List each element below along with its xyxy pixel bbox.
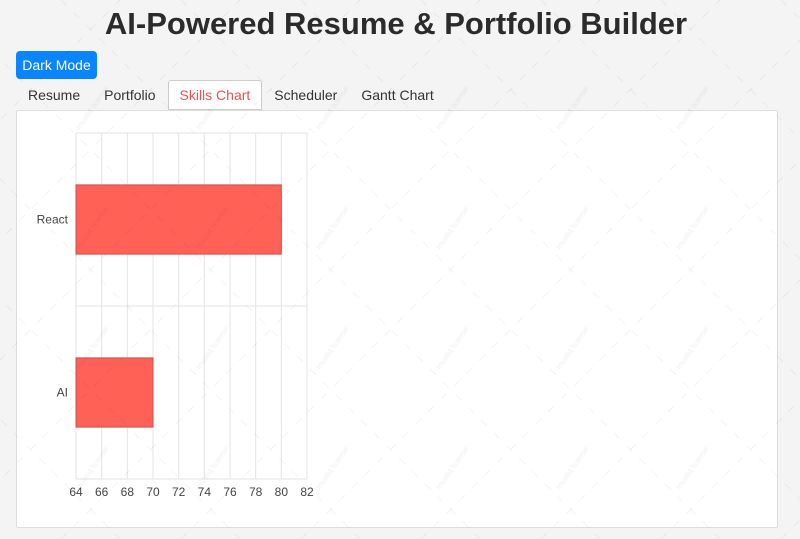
bar-ai <box>75 357 154 428</box>
page-title: AI-Powered Resume & Portfolio Builder <box>104 6 688 41</box>
watermark-line <box>780 519 800 539</box>
skills-bar-chart: React AI 64 66 68 70 72 74 76 78 80 82 <box>37 132 314 499</box>
tab-scheduler[interactable]: Scheduler <box>262 80 349 110</box>
x-tick-label-8: 80 <box>275 485 289 499</box>
x-tick-label-4: 72 <box>172 485 186 499</box>
dark-mode-button[interactable]: Dark Mode <box>16 51 97 79</box>
x-tick-label-3: 70 <box>146 485 160 499</box>
tab-skills-chart[interactable]: Skills Chart <box>167 80 263 110</box>
tab-bar: Resume Portfolio Skills Chart Scheduler … <box>16 80 446 110</box>
category-label-react: React <box>37 213 69 227</box>
tab-portfolio[interactable]: Portfolio <box>92 80 167 110</box>
app-page: AI-Powered Resume & Portfolio Builder Da… <box>0 0 800 539</box>
tab-resume[interactable]: Resume <box>16 80 92 110</box>
tab-gantt-chart[interactable]: Gantt Chart <box>349 80 445 110</box>
x-tick-label-1: 66 <box>95 485 109 499</box>
x-tick-label-9: 82 <box>300 485 314 499</box>
x-tick-label-2: 68 <box>121 485 135 499</box>
bar-react <box>75 184 282 255</box>
skills-chart-panel: React AI 64 66 68 70 72 74 76 78 80 82 <box>16 110 778 528</box>
x-tick-label-0: 64 <box>69 485 83 499</box>
watermark-line <box>780 0 800 20</box>
category-label-ai: AI <box>57 386 68 400</box>
x-tick-label-7: 78 <box>249 485 263 499</box>
x-tick-label-5: 74 <box>198 485 212 499</box>
x-tick-label-6: 76 <box>223 485 237 499</box>
